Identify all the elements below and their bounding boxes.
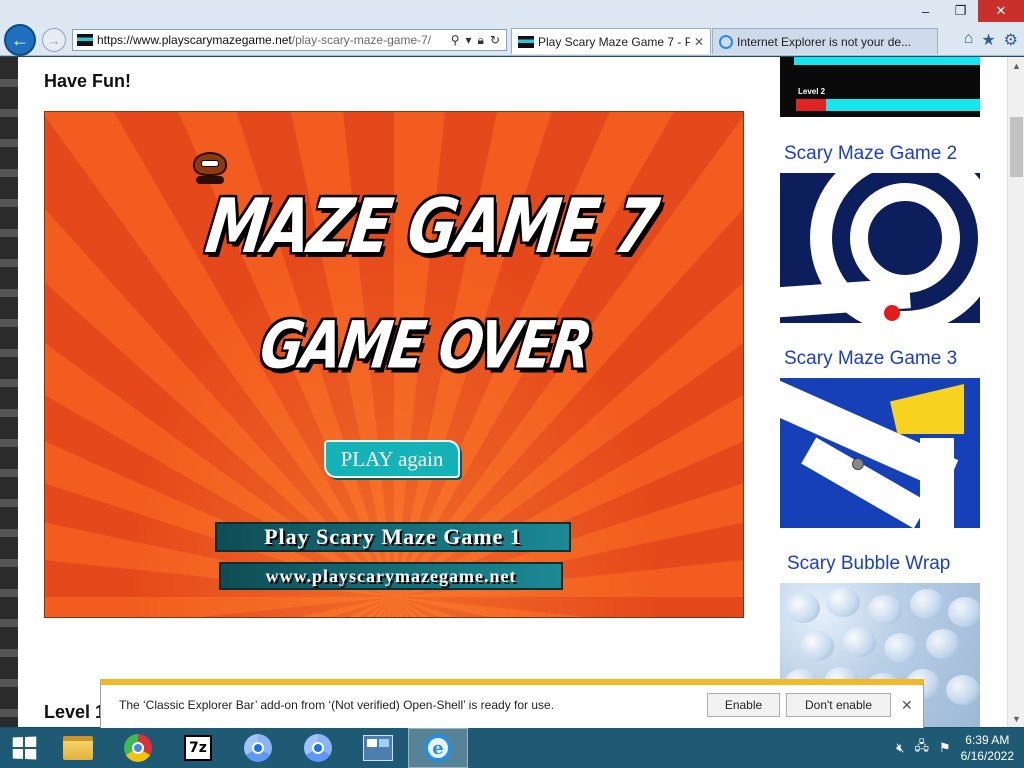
level-2-thumbnail[interactable]: Level 2	[780, 57, 980, 117]
start-button[interactable]	[0, 728, 48, 768]
taskbar-control-panel[interactable]	[348, 728, 408, 768]
addon-notification-bar: The ‘Classic Explorer Bar’ add-on from ‘…	[100, 679, 924, 729]
tab-label: Play Scary Maze Game 7 - P...	[538, 34, 690, 49]
page-content: Have Fun! MAZE GAME 7 GAME OVER PLAY aga…	[18, 57, 1007, 727]
close-window-button[interactable]: ✕	[978, 0, 1024, 22]
back-button[interactable]: ←	[4, 24, 36, 56]
taskbar-internet-explorer[interactable]: e	[408, 728, 468, 768]
restore-button[interactable]: ❐	[943, 0, 978, 22]
folder-icon	[63, 736, 93, 760]
enable-button[interactable]: Enable	[707, 693, 780, 717]
url-path: /play-scary-maze-game-7/	[291, 33, 432, 47]
dont-enable-button[interactable]: Don't enable	[786, 693, 891, 717]
notification-close-icon[interactable]: ✕	[901, 697, 913, 714]
play-maze-1-link[interactable]: Play Scary Maze Game 1	[215, 522, 571, 552]
back-arrow-icon: ←	[11, 29, 29, 50]
url-host: https://www.playscarymazegame.net	[97, 33, 292, 47]
taskbar: 7z e 🔇︎ 🖧 ⚑ 6:39 AM 6/16/2022	[0, 728, 1024, 768]
system-tray: 🔇︎ 🖧 ⚑ 6:39 AM 6/16/2022	[896, 732, 1024, 764]
scary-maze-2-link[interactable]: Scary Maze Game 2	[784, 143, 957, 165]
settings-gear-icon[interactable]: ⚙	[1004, 30, 1018, 50]
site-link-button[interactable]: www.playscarymazegame.net	[219, 562, 563, 590]
home-icon[interactable]: ⌂	[964, 30, 974, 50]
level-heading: Level 1	[44, 702, 106, 722]
dropdown-icon[interactable]: ▾	[466, 33, 472, 48]
scary-maze-3-thumbnail[interactable]	[780, 378, 980, 528]
favorites-star-icon[interactable]: ★	[981, 30, 995, 50]
windows-logo-icon	[12, 736, 37, 760]
chromium-icon	[304, 734, 332, 762]
taskbar-chromium-1[interactable]	[228, 728, 288, 768]
scary-maze-2-thumbnail[interactable]	[780, 173, 980, 323]
clock-date: 6/16/2022	[960, 749, 1014, 763]
site-favicon-icon	[77, 34, 93, 46]
chrome-icon	[124, 734, 152, 762]
scary-bubble-wrap-link[interactable]: Scary Bubble Wrap	[787, 553, 950, 575]
network-icon[interactable]: 🖧	[914, 737, 929, 759]
ie-favicon-icon	[719, 34, 733, 49]
desktop-edge	[0, 57, 18, 727]
lock-icon[interactable]: 🔒︎	[478, 33, 484, 48]
web-page: Have Fun! MAZE GAME 7 GAME OVER PLAY aga…	[0, 57, 1007, 727]
internet-explorer-icon: e	[424, 734, 452, 762]
page-scrollbar[interactable]: ▲ ▼	[1007, 57, 1024, 727]
action-center-flag-icon[interactable]: ⚑	[939, 740, 951, 756]
control-panel-icon	[363, 735, 393, 761]
7zip-icon: 7z	[184, 735, 212, 761]
play-again-button[interactable]: PLAY again	[324, 440, 460, 478]
thumb-level-label: Level 2	[798, 87, 826, 96]
maze-favicon-icon	[518, 35, 534, 48]
tab-close-icon[interactable]: ✕	[694, 35, 704, 49]
game-title: MAZE GAME 7	[200, 183, 662, 271]
clock[interactable]: 6:39 AM 6/16/2022	[961, 732, 1014, 764]
scroll-up-icon[interactable]: ▲	[1008, 57, 1024, 74]
volume-muted-icon[interactable]: 🔇︎	[896, 740, 904, 756]
taskbar-file-explorer[interactable]	[48, 728, 108, 768]
taskbar-7zip[interactable]: 7z	[168, 728, 228, 768]
window-controls: – ❐ ✕	[908, 0, 1024, 22]
goomba-icon	[193, 152, 227, 186]
notification-message: The ‘Classic Explorer Bar’ add-on from ‘…	[119, 698, 555, 712]
tab-label: Internet Explorer is not your de...	[737, 34, 912, 49]
tab-play-scary-maze[interactable]: Play Scary Maze Game 7 - P... ✕	[511, 28, 711, 54]
scroll-down-icon[interactable]: ▼	[1008, 710, 1024, 727]
page-heading: Have Fun!	[44, 71, 132, 91]
address-bar-icons: ⚲ ▾ 🔒︎ ↻	[451, 33, 506, 48]
scary-maze-3-link[interactable]: Scary Maze Game 3	[784, 348, 957, 370]
taskbar-chromium-2[interactable]	[288, 728, 348, 768]
minimize-button[interactable]: –	[908, 0, 943, 22]
chromium-icon	[244, 734, 272, 762]
browser-tools: ⌂ ★ ⚙	[964, 30, 1018, 50]
search-icon[interactable]: ⚲	[451, 33, 460, 48]
tab-ie-default[interactable]: Internet Explorer is not your de...	[712, 28, 938, 54]
scroll-thumb[interactable]	[1010, 117, 1023, 177]
address-bar[interactable]: https://www.playscarymazegame.net /play-…	[72, 29, 507, 51]
forward-button[interactable]: →	[42, 28, 66, 52]
refresh-icon[interactable]: ↻	[490, 33, 500, 48]
game-canvas[interactable]: MAZE GAME 7 GAME OVER PLAY again Play Sc…	[44, 111, 744, 618]
forward-arrow-icon: →	[47, 32, 61, 48]
browser-chrome: – ❐ ✕ ← → https://www.playscarymazegame.…	[0, 0, 1024, 56]
clock-time: 6:39 AM	[965, 733, 1010, 747]
taskbar-chrome[interactable]	[108, 728, 168, 768]
game-over-text: GAME OVER	[255, 308, 595, 384]
